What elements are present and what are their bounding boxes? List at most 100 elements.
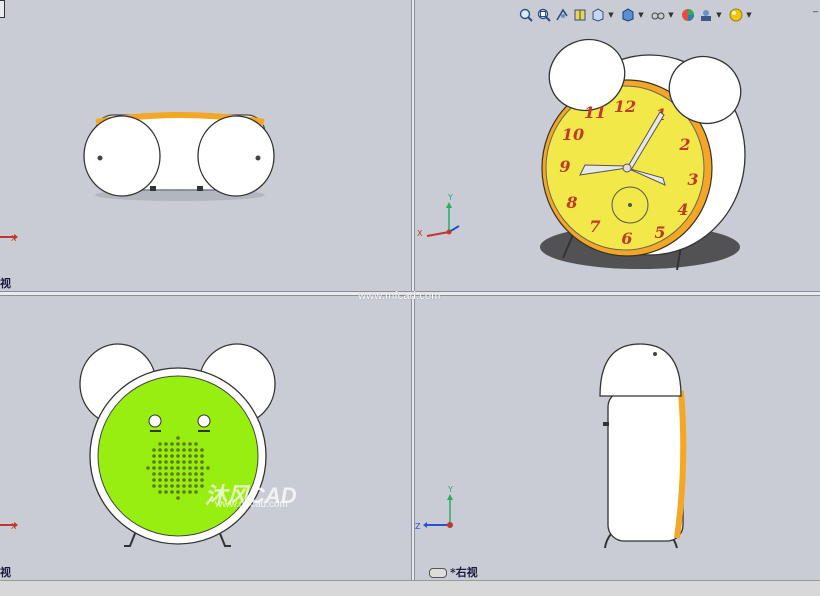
grille-hole <box>188 454 192 458</box>
chevron-down-icon[interactable]: ▼ <box>638 11 644 19</box>
right-view-model: Z Y <box>415 343 687 549</box>
grille-hole <box>176 436 180 440</box>
grille-hole <box>194 490 198 494</box>
grille-hole <box>158 466 162 470</box>
view-name-label: 视 <box>0 277 11 290</box>
grille-hole <box>152 460 156 464</box>
apply-scene-icon[interactable] <box>698 7 714 23</box>
grille-hole <box>164 460 168 464</box>
svg-text:X: X <box>11 234 17 243</box>
grille-hole <box>164 454 168 458</box>
grille-hole <box>152 478 156 482</box>
grille-hole <box>188 448 192 452</box>
numeral-5: 5 <box>654 223 665 242</box>
grille-hole <box>200 484 204 488</box>
chevron-down-icon[interactable]: ▼ <box>668 11 674 19</box>
grille-hole <box>182 478 186 482</box>
grille-hole <box>170 448 174 452</box>
grille-hole <box>164 448 168 452</box>
grille-hole <box>152 448 156 452</box>
view-settings-icon[interactable] <box>728 7 744 23</box>
grille-hole <box>176 472 180 476</box>
back-view-model: X <box>0 343 276 547</box>
viewport-back[interactable]: X 视 <box>0 296 411 580</box>
hide-show-icon[interactable] <box>650 7 666 23</box>
grille-hole <box>176 448 180 452</box>
grille-hole <box>188 472 192 476</box>
section-view-icon[interactable] <box>572 7 588 23</box>
grille-hole <box>164 490 168 494</box>
grille-hole <box>194 484 198 488</box>
viewport-right[interactable]: Z Y *右视 <box>415 296 820 580</box>
grille-hole <box>200 460 204 464</box>
grille-hole <box>188 466 192 470</box>
watermark-brand-url: www.mfcad.com <box>215 499 288 510</box>
heads-up-view-toolbar: ▼ ▼ ▼ ▼ ▼ <box>518 6 756 24</box>
chevron-down-icon[interactable]: ▼ <box>608 11 614 19</box>
grille-hole <box>206 466 210 470</box>
grille-hole <box>158 460 162 464</box>
grille-hole <box>200 478 204 482</box>
zoom-to-fit-icon[interactable] <box>518 7 534 23</box>
grille-hole <box>182 466 186 470</box>
grille-hole <box>182 472 186 476</box>
grille-hole <box>170 478 174 482</box>
svg-text:X: X <box>417 229 423 238</box>
numeral-4: 4 <box>677 200 688 219</box>
grille-hole <box>170 454 174 458</box>
grille-hole <box>200 472 204 476</box>
zoom-area-icon[interactable] <box>536 7 552 23</box>
grille-hole <box>194 448 198 452</box>
grille-hole <box>170 442 174 446</box>
chevron-down-icon[interactable]: ▼ <box>716 11 722 19</box>
status-bar <box>0 580 820 596</box>
numeral-11: 11 <box>584 103 606 122</box>
grille-hole <box>194 478 198 482</box>
viewport-isometric[interactable]: 12 1 2 3 4 5 6 7 8 9 10 11 X Y <box>415 0 820 291</box>
grille-hole <box>170 472 174 476</box>
grille-hole <box>200 466 204 470</box>
numeral-9: 9 <box>559 157 570 176</box>
grille-hole <box>158 472 162 476</box>
grille-hole <box>194 442 198 446</box>
grille-hole <box>182 454 186 458</box>
svg-text:Y: Y <box>447 193 453 202</box>
grille-hole <box>152 454 156 458</box>
grille-hole <box>152 466 156 470</box>
grille-hole <box>158 484 162 488</box>
minimize-icon[interactable]: _ <box>813 2 818 13</box>
chevron-down-icon[interactable]: ▼ <box>746 11 752 19</box>
view-link-icon <box>429 568 447 578</box>
grille-hole <box>182 448 186 452</box>
grille-hole <box>152 472 156 476</box>
grille-hole <box>158 490 162 494</box>
grille-hole <box>158 478 162 482</box>
grille-hole <box>188 460 192 464</box>
view-orientation-icon[interactable] <box>590 7 606 23</box>
grille-hole <box>194 472 198 476</box>
viewport-top[interactable]: X 视 <box>0 0 411 291</box>
grille-hole <box>200 448 204 452</box>
grille-hole <box>170 484 174 488</box>
grille-hole <box>176 478 180 482</box>
grille-hole <box>194 460 198 464</box>
grille-hole <box>176 454 180 458</box>
grille-hole <box>188 478 192 482</box>
grille-hole <box>176 490 180 494</box>
grille-hole <box>158 448 162 452</box>
grille-hole <box>194 466 198 470</box>
grille-hole <box>182 484 186 488</box>
grille-hole <box>188 442 192 446</box>
grille-hole <box>152 484 156 488</box>
top-view-model: X <box>0 112 275 243</box>
previous-view-icon[interactable] <box>554 7 570 23</box>
edit-appearance-icon[interactable] <box>680 7 696 23</box>
grille-hole <box>164 466 168 470</box>
grille-hole <box>158 442 162 446</box>
grille-hole <box>176 484 180 488</box>
view-name-label: *右视 <box>429 564 478 580</box>
grille-hole <box>146 466 150 470</box>
grille-hole <box>176 466 180 470</box>
numeral-3: 3 <box>687 170 698 189</box>
display-style-icon[interactable] <box>620 7 636 23</box>
